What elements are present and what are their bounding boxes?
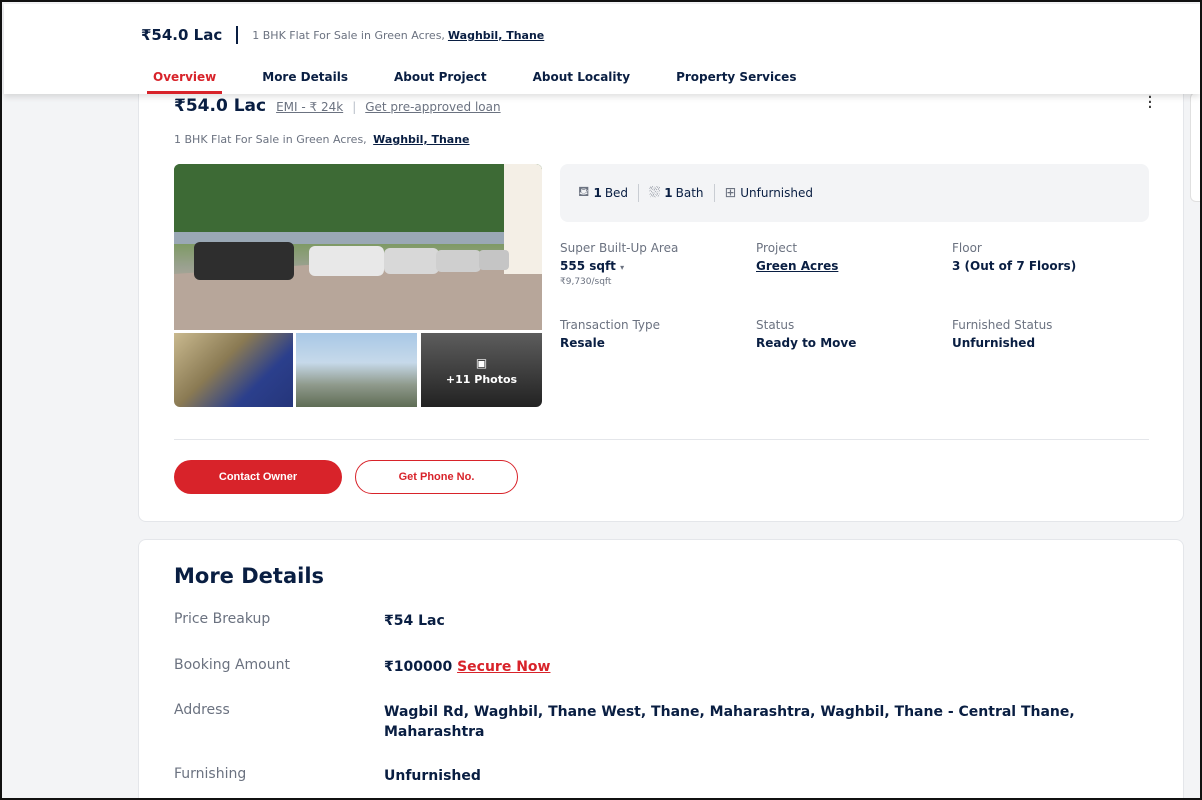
booking-amount-value-wrap: ₹100000 Secure Now [384,657,1124,677]
price-per-sqft: ₹9,730/sqft [560,277,612,287]
project-link[interactable]: Green Acres [756,259,838,273]
more-details-card: More Details Price Breakup ₹54 Lac Booki… [138,539,1184,798]
sticky-separator [236,26,239,44]
view-thumbnail[interactable] [296,333,417,407]
main-property-photo[interactable] [174,164,542,330]
booking-amount-value: ₹100000 [384,659,453,675]
bed-count: 1 [593,186,602,200]
amenity-divider [713,184,715,202]
furnished-status-label: Furnished Status [952,318,1053,332]
bed-info: ⛾ 1 Bed [578,184,628,202]
furnishing-row: Furnishing Unfurnished [174,766,1124,786]
status-value: Ready to Move [756,336,857,350]
secure-now-link[interactable]: Secure Now [457,659,550,675]
bath-count: 1 [664,186,673,200]
transaction-value: Resale [560,336,605,350]
project-info: Project Green Acres [756,241,838,273]
pre-approved-loan-link[interactable]: Get pre-approved loan [365,100,500,114]
amenities-strip: ⛾ 1 Bed ⛆ 1 Bath ⊞ Unfurnished [560,164,1149,222]
furnished-status-value: Unfurnished [952,336,1036,350]
listing-title: 1 BHK Flat For Sale in Green Acres, [174,133,367,146]
floor-info: Floor 3 (Out of 7 Floors) [952,241,1076,273]
status-info: Status Ready to Move [756,318,856,350]
emi-link[interactable]: EMI - ₹ 24k [276,100,343,114]
page-frame: ₹54.0 Lac EMI - ₹ 24k | Get pre-approved… [0,0,1202,800]
price-breakup-label: Price Breakup [174,611,271,627]
furnishing-label-md: Furnishing [174,766,247,782]
more-details-title: More Details [174,564,325,588]
furnishing-label: Unfurnished [740,186,813,200]
furniture-icon: ⊞ [724,185,737,201]
sticky-header: ₹54.0 Lac 1 BHK Flat For Sale in Green A… [4,4,1200,94]
bathroom-thumbnail[interactable] [174,333,293,407]
divider [174,439,1149,440]
price-breakup-value: ₹54 Lac [384,613,445,629]
price-separator: | [352,100,357,114]
transaction-info: Transaction Type Resale [560,318,660,350]
area-unit-dropdown-icon[interactable]: ▾ [620,263,624,272]
locality-link[interactable]: Waghbil, Thane [373,133,469,146]
booking-amount-row: Booking Amount ₹100000 Secure Now [174,657,1124,677]
tab-overview[interactable]: Overview [146,70,223,94]
section-tabs: Overview More Details About Project Abou… [146,70,842,94]
sticky-summary: ₹54.0 Lac 1 BHK Flat For Sale in Green A… [141,26,544,44]
address-value: Wagbil Rd, Waghbil, Thane West, Thane, M… [384,704,1075,740]
furnishing-value-md: Unfurnished [384,768,481,784]
more-photos-label: +11 Photos [445,373,518,386]
bath-label: Bath [675,186,704,200]
area-info: Super Built-Up Area 555 sqft ▾ ₹9,730/sq… [560,241,678,287]
gallery-icon: ▣ [475,356,488,370]
get-phone-button[interactable]: Get Phone No. [355,460,518,494]
more-options-icon[interactable]: · · · [1147,89,1153,117]
listing-price: ₹54.0 Lac [174,96,267,116]
tab-more-details[interactable]: More Details [262,70,348,94]
transaction-label: Transaction Type [560,318,661,332]
more-photos-thumbnail[interactable]: ▣ +11 Photos [421,333,542,407]
furnished-status-info: Furnished Status Unfurnished [952,318,1052,350]
project-label: Project [756,241,798,255]
booking-amount-label: Booking Amount [174,657,290,673]
bed-label: Bed [604,186,629,200]
tab-about-locality[interactable]: About Locality [533,70,630,94]
area-value: 555 sqft [560,259,616,273]
floor-label: Floor [952,241,982,255]
address-row: Address Wagbil Rd, Waghbil, Thane West, … [174,702,1124,742]
more-photos-overlay: ▣ +11 Photos [421,357,542,386]
status-label: Status [756,318,795,332]
contact-owner-button[interactable]: Contact Owner [174,460,342,494]
bath-info: ⛆ 1 Bath [649,185,703,201]
tab-about-project[interactable]: About Project [394,70,487,94]
amenity-divider [638,184,640,202]
furnishing-info: ⊞ Unfurnished [725,185,813,201]
price-breakup-row: Price Breakup ₹54 Lac [174,611,1124,631]
address-label: Address [174,702,230,718]
parking-lot-image [174,164,542,330]
sticky-title: 1 BHK Flat For Sale in Green Acres, [252,28,445,42]
sticky-locality-link[interactable]: Waghbil, Thane [448,29,544,42]
tab-property-services[interactable]: Property Services [676,70,796,94]
bathtub-icon: ⛆ [649,185,661,201]
floor-value: 3 (Out of 7 Floors) [952,259,1077,273]
area-label: Super Built-Up Area [560,241,679,255]
listing-subtitle: 1 BHK Flat For Sale in Green Acres, Wagh… [174,133,470,146]
area-value-row[interactable]: 555 sqft ▾ [560,259,678,273]
side-panel-edge [1190,92,1200,202]
sticky-price: ₹54.0 Lac [141,26,223,44]
price-row: ₹54.0 Lac EMI - ₹ 24k | Get pre-approved… [174,96,501,116]
bed-icon: ⛾ [578,184,590,200]
property-overview-card: ₹54.0 Lac EMI - ₹ 24k | Get pre-approved… [138,62,1184,522]
